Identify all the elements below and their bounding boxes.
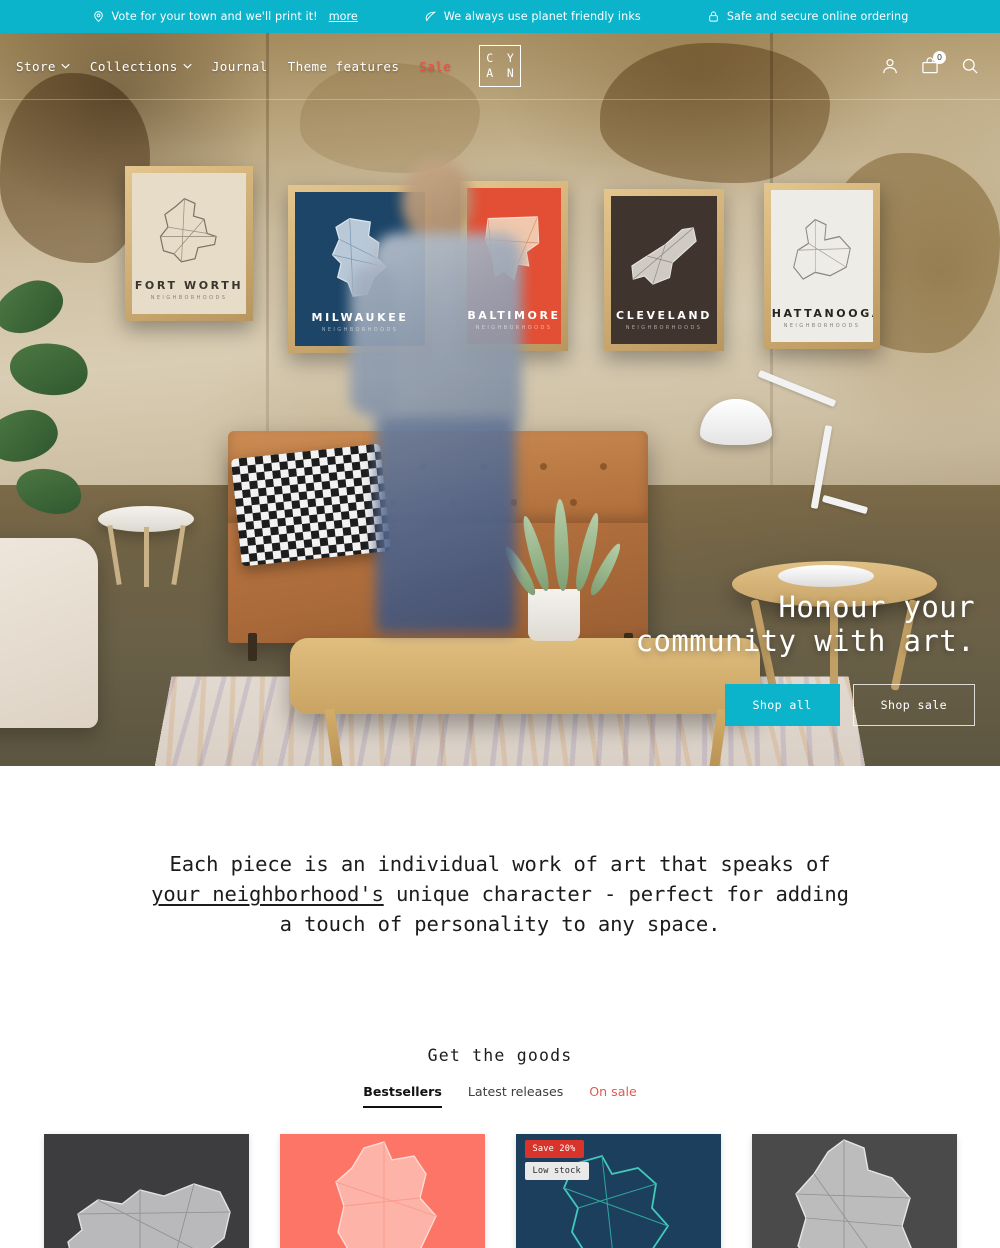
shop-sale-button[interactable]: Shop sale [852,683,975,726]
chevron-down-icon [61,63,70,69]
nav-item-sale[interactable]: Sale [419,53,462,80]
poster-title: CLEVELAND [616,309,712,322]
lock-icon [707,9,720,24]
intro-section: Each piece is an individual work of art … [0,766,1000,1024]
search-icon[interactable] [960,56,980,76]
hero-banner: FORT WORTH NEIGHBORHOODS MILWAUKEE NEIGH… [0,33,1000,766]
nav-label: Theme features [287,58,400,74]
poster-canvas: CLEVELAND NEIGHBORHOODS [611,196,717,344]
product-tabs: Bestsellers Latest releases On sale [0,1084,1000,1108]
intro-text-before: Each piece is an individual work of art … [169,852,831,877]
cart-count-badge: 0 [933,51,946,64]
nav-item-store[interactable]: Store [16,53,81,80]
desk-lamp-base [778,565,874,587]
intro-statement: Each piece is an individual work of art … [150,850,850,940]
nav-label: Sale [419,58,452,74]
announcement-item-inks: We always use planet friendly inks [424,9,641,24]
nav-label: Journal [211,58,268,74]
nav-item-collections[interactable]: Collections [90,53,203,80]
leaf-icon [424,9,437,24]
product-thumbnail [751,1134,957,1248]
product-thumbnail [43,1134,249,1248]
poster-subtitle: NEIGHBORHOODS [321,327,399,333]
cart-icon[interactable]: 0 [920,51,946,76]
site-logo[interactable]: C Y A N [479,45,521,87]
armchair [0,538,98,728]
product-card[interactable]: Save 20% Low stock [515,1134,721,1248]
poster-canvas: CHATTANOOGA NEIGHBORHOODS [771,190,873,342]
main-navigation: Store Collections Journal Theme features… [0,53,462,80]
announcement-more-link[interactable]: more [329,10,358,23]
shop-all-button[interactable]: Shop all [724,683,840,726]
announcement-text: Safe and secure online ordering [726,10,909,23]
site-header: Store Collections Journal Theme features… [0,33,1000,100]
hero-heading: Honour your community with art. [635,590,975,658]
nav-item-theme-features[interactable]: Theme features [288,53,411,80]
intro-text-emphasis: your neighborhood's [151,882,384,907]
product-card[interactable] [279,1134,485,1248]
announcement-text: Vote for your town and we'll print it! [111,10,318,23]
product-card[interactable] [43,1134,249,1248]
product-card[interactable] [751,1134,957,1248]
poster-title: CHATTANOOGA [771,307,873,320]
nav-label: Store [16,58,56,74]
account-icon[interactable] [880,56,900,76]
announcement-item-vote: Vote for your town and we'll print it! m… [92,9,358,24]
location-pin-icon [92,9,105,24]
framed-poster: CLEVELAND NEIGHBORHOODS [604,189,724,351]
product-badges: Save 20% Low stock [524,1140,589,1180]
page-root: FORT WORTH NEIGHBORHOODS MILWAUKEE NEIGH… [0,0,1000,1248]
announcement-bar: Vote for your town and we'll print it! m… [0,0,1000,33]
chevron-down-icon [183,63,192,69]
poster-subtitle: NEIGHBORHOODS [783,323,861,329]
poster-subtitle: NEIGHBORHOODS [150,295,228,301]
logo-box: C Y A N [479,45,521,87]
announcement-item-secure: Safe and secure online ordering [707,9,909,24]
nav-label: Collections [89,58,178,74]
tab-on-sale[interactable]: On sale [589,1084,636,1108]
poster-title: FORT WORTH [134,279,244,292]
header-actions: 0 [880,51,1000,76]
poster-map-graphic [788,214,855,299]
framed-poster: CHATTANOOGA NEIGHBORHOODS [764,183,880,349]
tab-bestsellers[interactable]: Bestsellers [363,1084,442,1108]
product-thumbnail [279,1134,485,1248]
nav-item-journal[interactable]: Journal [212,53,279,80]
goods-heading: Get the goods [427,1046,573,1065]
hero-actions: Shop all Shop sale [636,683,975,726]
poster-title: MILWAUKEE [311,311,409,324]
poster-subtitle: NEIGHBORHOODS [475,325,553,331]
product-grid: Save 20% Low stock [0,1134,1000,1248]
poster-map-graphic [151,196,226,275]
poster-subtitle: NEIGHBORHOODS [625,325,703,331]
badge-save: Save 20% [524,1140,584,1158]
tab-latest-releases[interactable]: Latest releases [468,1084,563,1108]
goods-section: Get the goods Bestsellers Latest release… [0,1024,1000,1248]
announcement-text: We always use planet friendly inks [443,10,641,23]
hero-copy: Honour your community with art. Shop all… [635,590,975,726]
badge-low-stock: Low stock [524,1162,589,1180]
logo-line-1: C Y [486,51,518,66]
person-walking [342,125,538,645]
poster-map-graphic [629,220,699,303]
logo-line-2: A N [486,65,518,80]
framed-poster: FORT WORTH NEIGHBORHOODS [125,166,253,321]
poster-title: BALTIMORE [467,309,561,322]
poster-canvas: FORT WORTH NEIGHBORHOODS [132,173,246,314]
